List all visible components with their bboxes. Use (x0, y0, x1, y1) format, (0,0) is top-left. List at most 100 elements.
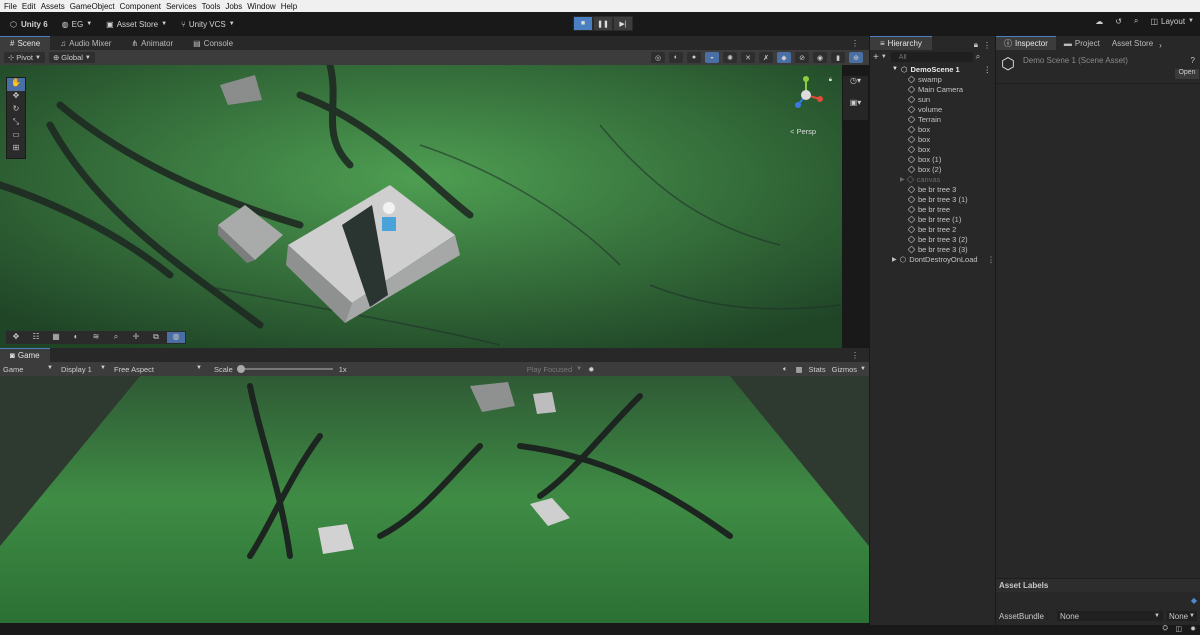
list-item[interactable]: sun (870, 94, 995, 104)
lighting-icon[interactable]: ◒ (705, 52, 719, 63)
menu-file[interactable]: File (4, 2, 22, 11)
orbit-icon[interactable]: ◐ (67, 332, 85, 343)
layout-dropdown[interactable]: ◫ Layout ▼ (1150, 17, 1194, 26)
layers-icon[interactable]: ≋ (87, 332, 105, 343)
play-button[interactable]: ■ (573, 16, 593, 31)
frame-icon[interactable]: ⧉ (147, 332, 165, 343)
menu-services[interactable]: Services (166, 2, 202, 11)
grid-snap-icon[interactable]: ☷ (27, 332, 45, 343)
chevron-down-icon[interactable]: ▼ (881, 54, 887, 60)
tab-animator[interactable]: ⋔ Animator (121, 36, 183, 50)
fx-icon[interactable]: ✕ (741, 52, 755, 63)
lock-icon[interactable]: 🔒︎ (974, 40, 978, 50)
list-item[interactable]: box (870, 134, 995, 144)
panel-menu-icon[interactable]: ⋮ (841, 348, 869, 362)
pause-button[interactable]: ❚❚ (593, 16, 613, 31)
view-options-icon[interactable]: ◷▾ (843, 76, 868, 92)
list-item[interactable]: volume (870, 104, 995, 114)
visibility-icon[interactable]: ⊘ (795, 52, 809, 63)
list-item[interactable]: be br tree 3 (3) (870, 244, 995, 254)
menu-component[interactable]: Component (120, 2, 166, 11)
menu-assets[interactable]: Assets (41, 2, 70, 11)
audio-toggle-icon[interactable]: ✺ (723, 52, 737, 63)
list-item[interactable]: ▶ canvas (870, 174, 995, 184)
vcs-dropdown[interactable]: ⑂ Unity VCS ▼ (177, 18, 239, 31)
variant-dropdown[interactable]: None ▼ (1167, 611, 1197, 621)
panel-menu-icon[interactable]: ⋮ (841, 36, 869, 50)
orientation-icon[interactable]: ◎ (651, 52, 665, 63)
global-dropdown[interactable]: ⊕ Global ▼ (48, 52, 95, 63)
bug-icon[interactable]: ✹ (588, 365, 594, 374)
hand-tool-icon[interactable]: ✋ (7, 78, 25, 91)
scene-row[interactable]: ▼ ⬡ DemoScene 1 ⋮ (870, 64, 995, 74)
list-item[interactable]: box (1) (870, 154, 995, 164)
move-icon[interactable]: ✥ (7, 332, 25, 343)
history-icon[interactable]: ↺ (1115, 17, 1122, 26)
asset-store-dropdown[interactable]: ▣ Asset Store ▼ (102, 18, 171, 31)
network-icon[interactable]: ⛭ (1162, 625, 1168, 633)
list-item[interactable]: box (870, 144, 995, 154)
pivot-dropdown[interactable]: ⊹ Pivot ▼ (4, 52, 45, 63)
gizmos-icon[interactable]: ⊕ (849, 52, 863, 63)
rect-tool-icon[interactable]: ▭ (7, 130, 25, 143)
shaded-icon[interactable]: ◐ (669, 52, 683, 63)
list-item[interactable]: box (870, 124, 995, 134)
lock-icon[interactable]: 🔒︎ (829, 77, 832, 84)
game-viewport[interactable] (0, 376, 869, 623)
list-item[interactable]: swamp (870, 74, 995, 84)
cloud-icon[interactable]: ☁ (1095, 17, 1103, 26)
stats-button[interactable]: Stats (809, 365, 826, 374)
list-item[interactable]: be br tree (1) (870, 214, 995, 224)
list-item[interactable]: box (2) (870, 164, 995, 174)
tab-project[interactable]: ▬ Project (1056, 36, 1108, 50)
game-mode-dropdown[interactable]: Game ▼ (0, 365, 56, 374)
rotate-tool-icon[interactable]: ↻ (7, 104, 25, 117)
camera-options-icon[interactable]: ▣▾ (843, 98, 868, 114)
dontdestroy-row[interactable]: ▶ ⬡ DontDestroyOnLoad ⋮ (870, 254, 995, 264)
hidden-icon[interactable]: ✗ (759, 52, 773, 63)
add-button[interactable]: + (873, 52, 879, 63)
play-focused-dropdown[interactable]: Play Focused ▼ ✹ (527, 365, 595, 374)
tab-game[interactable]: ◙ Game (0, 348, 50, 362)
pan-icon[interactable]: ✛ (127, 332, 145, 343)
tab-console[interactable]: ▤ Console (183, 36, 243, 50)
sphere-icon[interactable]: ● (687, 52, 701, 63)
menu-gameobject[interactable]: GameObject (70, 2, 120, 11)
scene-viewport[interactable]: ✋ ✥ ↻ ⤡ ▭ ⊞ 🔒︎ < Persp ✥ ☷ ▦ ◐ ≋ ⌕ ✛ ⧉ ◍ (0, 65, 842, 348)
scene-gizmo[interactable]: 🔒︎ (784, 75, 834, 115)
compass-icon[interactable]: ◍ (167, 332, 185, 343)
scale-slider[interactable] (236, 365, 333, 373)
panel-menu-icon[interactable]: ⋮ (983, 41, 991, 50)
unity-version-button[interactable]: ⬡ Unity 6 (6, 18, 52, 31)
help-icon[interactable]: ? (1191, 56, 1195, 65)
gizmos-button[interactable]: Gizmos (832, 365, 857, 374)
expand-arrow-icon[interactable]: ▼ (892, 66, 898, 72)
scene-menu-icon[interactable]: ⋮ (987, 255, 995, 264)
label-tag-icon[interactable]: ◆ (1191, 596, 1197, 605)
list-item[interactable]: be br tree 3 (870, 184, 995, 194)
tab-audio-mixer[interactable]: ♫ Audio Mixer (50, 36, 121, 50)
camera-icon[interactable]: ▮ (831, 52, 845, 63)
stats-grid-icon[interactable]: ▦ (795, 365, 802, 374)
menu-tools[interactable]: Tools (202, 2, 226, 11)
tab-scene[interactable]: # Scene (0, 36, 51, 50)
open-button[interactable]: Open (1175, 69, 1199, 79)
grid-icon[interactable]: ▦ (47, 332, 65, 343)
transform-tool-icon[interactable]: ⊞ (7, 143, 25, 156)
debug-icon[interactable]: ✹ (1190, 625, 1196, 633)
account-dropdown[interactable]: ◍ EG ▼ (58, 18, 97, 31)
layers-icon[interactable]: ◫ (1175, 625, 1182, 633)
list-item[interactable]: be br tree (870, 204, 995, 214)
list-item[interactable]: Main Camera (870, 84, 995, 94)
hierarchy-search[interactable] (890, 52, 973, 62)
list-item[interactable]: be br tree 3 (2) (870, 234, 995, 244)
more-tabs-icon[interactable]: › (1159, 41, 1162, 50)
list-item[interactable]: be br tree 2 (870, 224, 995, 234)
menu-jobs[interactable]: Jobs (225, 2, 247, 11)
menu-help[interactable]: Help (281, 2, 302, 11)
tool-settings-icon[interactable]: ◆ (777, 52, 791, 63)
move-tool-icon[interactable]: ✥ (7, 91, 25, 104)
menu-edit[interactable]: Edit (22, 2, 41, 11)
step-button[interactable]: ▶| (613, 16, 633, 31)
assetbundle-dropdown[interactable]: None ▼ (1057, 611, 1163, 621)
